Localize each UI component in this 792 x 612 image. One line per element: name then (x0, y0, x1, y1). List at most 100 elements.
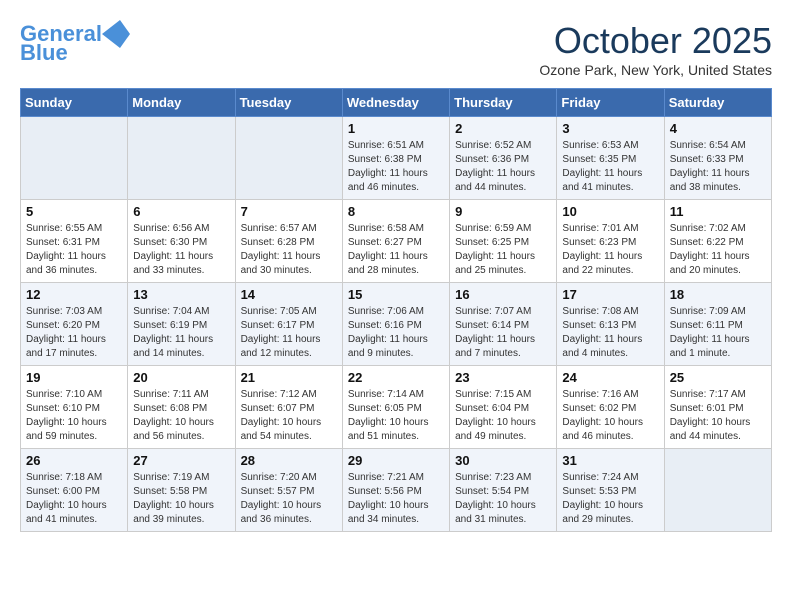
weekday-header: Saturday (664, 89, 771, 117)
day-number: 1 (348, 121, 444, 136)
weekday-header: Thursday (450, 89, 557, 117)
day-info: Sunrise: 7:16 AMSunset: 6:02 PMDaylight:… (562, 388, 658, 444)
day-number: 3 (562, 121, 658, 136)
calendar-cell: 11 Sunrise: 7:02 AMSunset: 6:22 PMDayligh… (664, 200, 771, 283)
day-info: Sunrise: 6:51 AMSunset: 6:38 PMDaylight:… (348, 139, 444, 195)
day-info: Sunrise: 7:12 AMSunset: 6:07 PMDaylight:… (241, 388, 337, 444)
day-info: Sunrise: 6:59 AMSunset: 6:25 PMDaylight:… (455, 222, 551, 278)
calendar-cell: 23 Sunrise: 7:15 AMSunset: 6:04 PMDayligh… (450, 366, 557, 449)
day-number: 27 (133, 453, 229, 468)
day-info: Sunrise: 7:11 AMSunset: 6:08 PMDaylight:… (133, 388, 229, 444)
calendar-week-row: 12 Sunrise: 7:03 AMSunset: 6:20 PMDayligh… (21, 283, 772, 366)
weekday-header: Friday (557, 89, 664, 117)
day-number: 31 (562, 453, 658, 468)
day-number: 29 (348, 453, 444, 468)
calendar-cell: 13 Sunrise: 7:04 AMSunset: 6:19 PMDayligh… (128, 283, 235, 366)
day-number: 9 (455, 204, 551, 219)
day-number: 11 (670, 204, 766, 219)
calendar-cell: 21 Sunrise: 7:12 AMSunset: 6:07 PMDayligh… (235, 366, 342, 449)
day-info: Sunrise: 6:53 AMSunset: 6:35 PMDaylight:… (562, 139, 658, 195)
day-number: 8 (348, 204, 444, 219)
day-info: Sunrise: 7:04 AMSunset: 6:19 PMDaylight:… (133, 305, 229, 361)
calendar-cell: 26 Sunrise: 7:18 AMSunset: 6:00 PMDayligh… (21, 449, 128, 532)
calendar-week-row: 19 Sunrise: 7:10 AMSunset: 6:10 PMDayligh… (21, 366, 772, 449)
calendar-week-row: 5 Sunrise: 6:55 AMSunset: 6:31 PMDaylight… (21, 200, 772, 283)
day-number: 5 (26, 204, 122, 219)
calendar-cell: 3 Sunrise: 6:53 AMSunset: 6:35 PMDaylight… (557, 117, 664, 200)
day-info: Sunrise: 6:58 AMSunset: 6:27 PMDaylight:… (348, 222, 444, 278)
day-info: Sunrise: 7:21 AMSunset: 5:56 PMDaylight:… (348, 471, 444, 527)
day-number: 23 (455, 370, 551, 385)
calendar-cell: 27 Sunrise: 7:19 AMSunset: 5:58 PMDayligh… (128, 449, 235, 532)
day-number: 18 (670, 287, 766, 302)
day-info: Sunrise: 7:15 AMSunset: 6:04 PMDaylight:… (455, 388, 551, 444)
logo-blue-text: Blue (20, 40, 68, 65)
calendar-cell (235, 117, 342, 200)
calendar-cell: 14 Sunrise: 7:05 AMSunset: 6:17 PMDayligh… (235, 283, 342, 366)
calendar-cell: 10 Sunrise: 7:01 AMSunset: 6:23 PMDayligh… (557, 200, 664, 283)
calendar-cell: 15 Sunrise: 7:06 AMSunset: 6:16 PMDayligh… (342, 283, 449, 366)
calendar-cell: 17 Sunrise: 7:08 AMSunset: 6:13 PMDayligh… (557, 283, 664, 366)
calendar-cell: 7Sunrise: 6:57 AMSunset: 6:28 PMDaylight… (235, 200, 342, 283)
calendar-cell: 24 Sunrise: 7:16 AMSunset: 6:02 PMDayligh… (557, 366, 664, 449)
day-number: 12 (26, 287, 122, 302)
day-info: Sunrise: 7:19 AMSunset: 5:58 PMDaylight:… (133, 471, 229, 527)
day-number: 13 (133, 287, 229, 302)
calendar-week-row: 26 Sunrise: 7:18 AMSunset: 6:00 PMDayligh… (21, 449, 772, 532)
day-info: Sunrise: 6:56 AMSunset: 6:30 PMDaylight:… (133, 222, 229, 278)
day-info: Sunrise: 7:02 AMSunset: 6:22 PMDaylight:… (670, 222, 766, 278)
day-number: 25 (670, 370, 766, 385)
day-info: Sunrise: 7:03 AMSunset: 6:20 PMDaylight:… (26, 305, 122, 361)
calendar-cell: 6 Sunrise: 6:56 AMSunset: 6:30 PMDaylight… (128, 200, 235, 283)
day-number: 17 (562, 287, 658, 302)
month-title: October 2025 (539, 20, 772, 62)
weekday-header: Sunday (21, 89, 128, 117)
day-info: Sunrise: 7:18 AMSunset: 6:00 PMDaylight:… (26, 471, 122, 527)
calendar-cell: 9 Sunrise: 6:59 AMSunset: 6:25 PMDaylight… (450, 200, 557, 283)
day-info: Sunrise: 6:55 AMSunset: 6:31 PMDaylight:… (26, 222, 122, 278)
weekday-header: Monday (128, 89, 235, 117)
weekday-header: Wednesday (342, 89, 449, 117)
calendar-cell (128, 117, 235, 200)
logo: General Blue (20, 20, 130, 65)
calendar-cell: 28Sunrise: 7:20 AMSunset: 5:57 PMDayligh… (235, 449, 342, 532)
day-number: 24 (562, 370, 658, 385)
day-number: 22 (348, 370, 444, 385)
day-number: 15 (348, 287, 444, 302)
day-info: Sunrise: 7:06 AMSunset: 6:16 PMDaylight:… (348, 305, 444, 361)
day-info: Sunrise: 6:57 AMSunset: 6:28 PMDaylight:… (241, 222, 337, 278)
day-number: 4 (670, 121, 766, 136)
day-info: Sunrise: 7:10 AMSunset: 6:10 PMDaylight:… (26, 388, 122, 444)
calendar-cell: 20 Sunrise: 7:11 AMSunset: 6:08 PMDayligh… (128, 366, 235, 449)
day-info: Sunrise: 7:24 AMSunset: 5:53 PMDaylight:… (562, 471, 658, 527)
day-number: 26 (26, 453, 122, 468)
calendar-week-row: 1 Sunrise: 6:51 AMSunset: 6:38 PMDaylight… (21, 117, 772, 200)
logo-arrow-icon (102, 20, 130, 48)
day-info: Sunrise: 7:05 AMSunset: 6:17 PMDaylight:… (241, 305, 337, 361)
day-number: 28 (241, 453, 337, 468)
calendar-cell: 29 Sunrise: 7:21 AMSunset: 5:56 PMDayligh… (342, 449, 449, 532)
calendar-cell (21, 117, 128, 200)
day-number: 21 (241, 370, 337, 385)
day-info: Sunrise: 7:09 AMSunset: 6:11 PMDaylight:… (670, 305, 766, 361)
day-info: Sunrise: 6:52 AMSunset: 6:36 PMDaylight:… (455, 139, 551, 195)
calendar-cell: 18 Sunrise: 7:09 AMSunset: 6:11 PMDayligh… (664, 283, 771, 366)
calendar-cell: 8 Sunrise: 6:58 AMSunset: 6:27 PMDaylight… (342, 200, 449, 283)
weekday-header: Tuesday (235, 89, 342, 117)
day-info: Sunrise: 7:08 AMSunset: 6:13 PMDaylight:… (562, 305, 658, 361)
day-info: Sunrise: 7:14 AMSunset: 6:05 PMDaylight:… (348, 388, 444, 444)
calendar-cell: 1 Sunrise: 6:51 AMSunset: 6:38 PMDaylight… (342, 117, 449, 200)
day-number: 20 (133, 370, 229, 385)
day-info: Sunrise: 7:01 AMSunset: 6:23 PMDaylight:… (562, 222, 658, 278)
day-info: Sunrise: 6:54 AMSunset: 6:33 PMDaylight:… (670, 139, 766, 195)
title-block: October 2025 Ozone Park, New York, Unite… (539, 20, 772, 78)
day-number: 10 (562, 204, 658, 219)
page-header: General Blue October 2025 Ozone Park, Ne… (20, 20, 772, 78)
day-number: 6 (133, 204, 229, 219)
day-number: 19 (26, 370, 122, 385)
calendar-cell: 12 Sunrise: 7:03 AMSunset: 6:20 PMDayligh… (21, 283, 128, 366)
calendar-cell: 19 Sunrise: 7:10 AMSunset: 6:10 PMDayligh… (21, 366, 128, 449)
calendar-cell: 2Sunrise: 6:52 AMSunset: 6:36 PMDaylight… (450, 117, 557, 200)
day-number: 14 (241, 287, 337, 302)
calendar-cell (664, 449, 771, 532)
